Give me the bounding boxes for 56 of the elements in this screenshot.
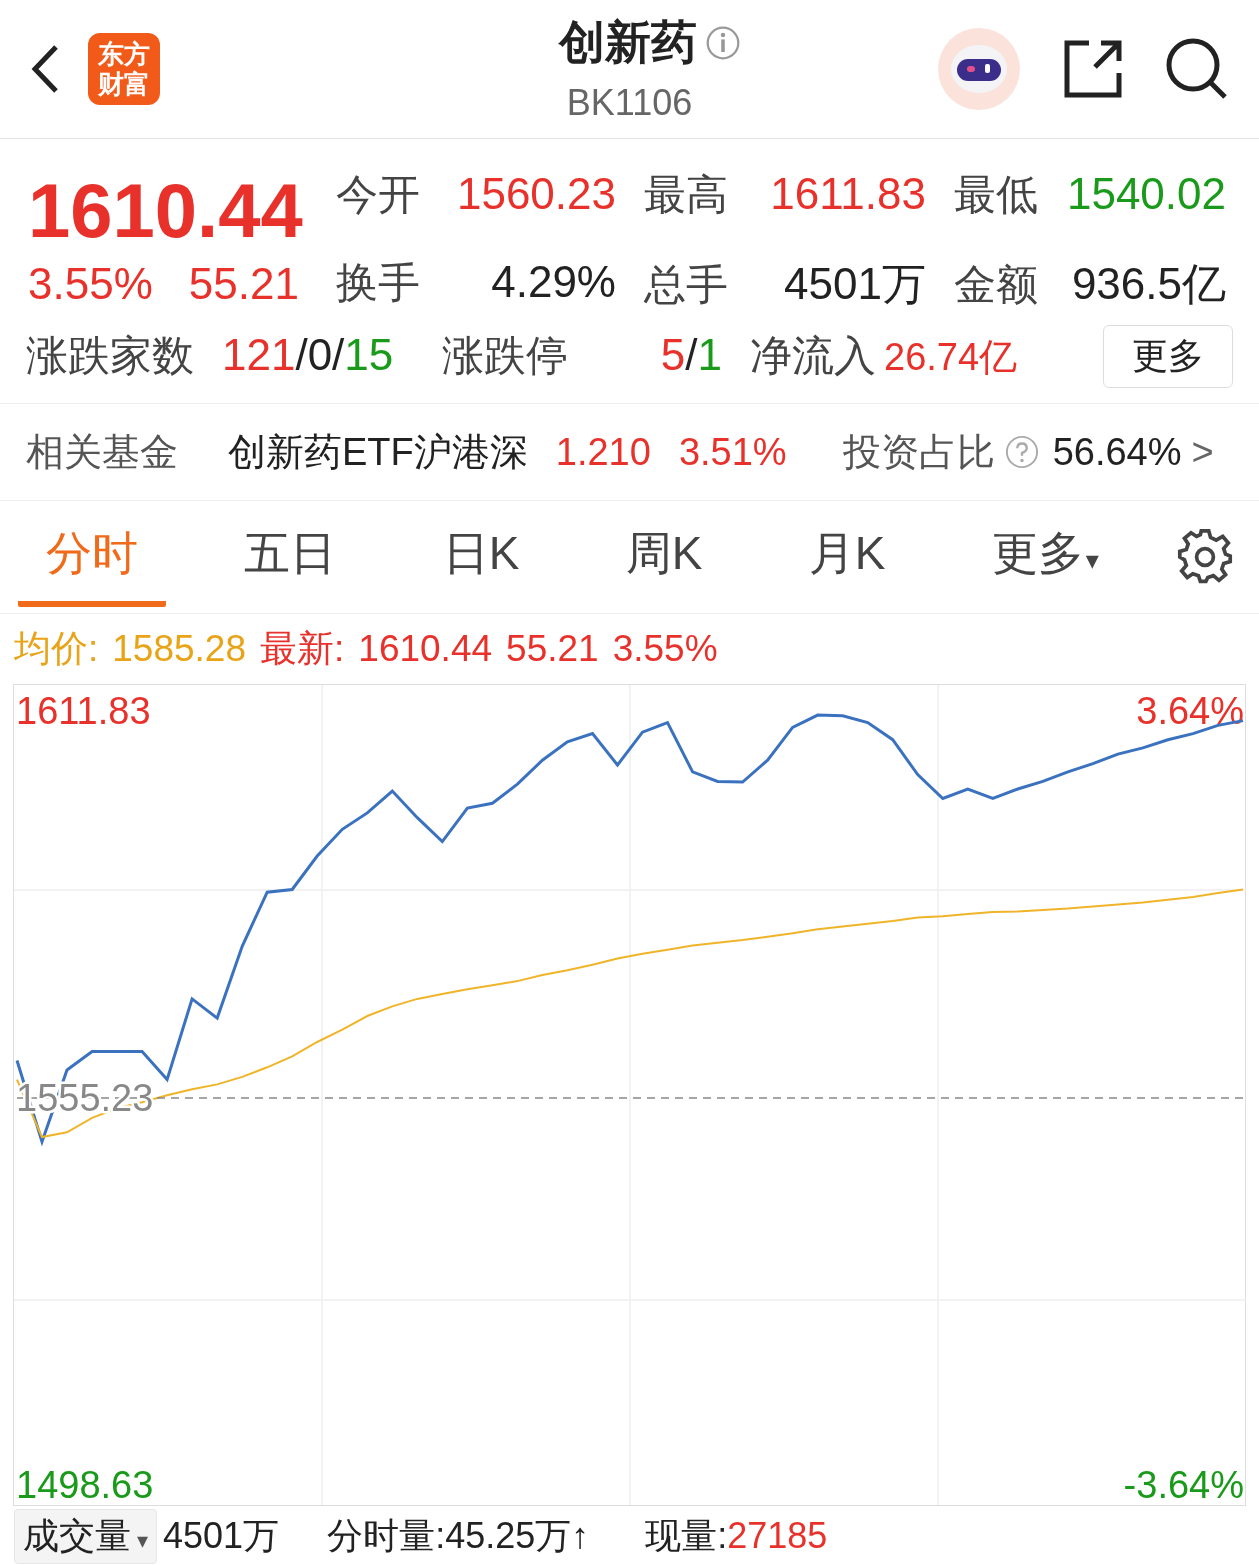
stat-label: 换手 bbox=[336, 257, 420, 308]
stat-value: 1611.83 bbox=[770, 169, 926, 219]
legend-text: 最新: bbox=[260, 627, 345, 671]
stat-label: 最高 bbox=[644, 170, 728, 220]
chart-tab[interactable]: 更多▾ bbox=[963, 507, 1127, 607]
stat-label: 涨跌停 bbox=[442, 331, 568, 381]
stat-value: 936.5亿 bbox=[1071, 257, 1226, 310]
legend-text: 均价: bbox=[14, 627, 99, 671]
axis-label: 1611.83 bbox=[16, 689, 151, 732]
axis-label: 1498.63 bbox=[16, 1463, 154, 1505]
ratio-label: 投资占比 bbox=[842, 429, 995, 475]
fund-label: 相关基金 bbox=[26, 429, 178, 475]
volume-total: 4501万 bbox=[163, 1513, 280, 1558]
stat-value: 1560.23 bbox=[456, 169, 616, 219]
app-logo: 东方 财富 bbox=[88, 33, 160, 105]
legend-text: 3.55% bbox=[612, 628, 718, 670]
legend-text: 1610.44 bbox=[358, 628, 493, 670]
fund-change: 3.51% bbox=[678, 430, 787, 474]
stat-value: 5/1 bbox=[660, 330, 722, 380]
stat-value: 4501万 bbox=[784, 257, 926, 310]
last-price: 1610.44 bbox=[28, 167, 304, 255]
fund-price: 1.210 bbox=[555, 430, 651, 474]
current-volume: 现量:27185 bbox=[645, 1513, 828, 1558]
chart-tab[interactable]: 五日 bbox=[216, 507, 365, 607]
settings-icon[interactable] bbox=[1177, 529, 1233, 585]
sector-title: 创新药 bbox=[558, 15, 697, 70]
back-icon[interactable] bbox=[30, 44, 60, 94]
change-percent: 3.55% bbox=[28, 259, 153, 309]
fund-name[interactable]: 创新药ETF沪港深 bbox=[228, 426, 528, 478]
minute-volume: 分时量:45.25万↑ bbox=[327, 1513, 590, 1558]
legend-text: 55.21 bbox=[506, 628, 599, 670]
stat-value: 4.29% bbox=[491, 256, 616, 307]
chevron-icon[interactable]: > bbox=[1191, 430, 1214, 474]
axis-label: 3.64% bbox=[1136, 689, 1244, 732]
chart-tab[interactable]: 周K bbox=[597, 507, 731, 607]
chart-tab[interactable]: 月K bbox=[780, 507, 914, 607]
sector-code: BK1106 bbox=[566, 82, 693, 124]
change-amount: 55.21 bbox=[188, 259, 299, 309]
more-button[interactable]: 更多 bbox=[1103, 324, 1233, 388]
stat-value: 121/0/15 bbox=[222, 330, 394, 380]
legend-text: 1585.28 bbox=[112, 628, 247, 670]
stat-label: 金额 bbox=[954, 259, 1038, 310]
stat-label: 净流入 bbox=[750, 331, 876, 381]
robot-avatar-icon[interactable] bbox=[937, 27, 1021, 111]
info-icon[interactable] bbox=[704, 25, 741, 61]
stat-label: 涨跌家数 bbox=[26, 331, 194, 381]
chart-tab[interactable]: 日K bbox=[414, 507, 548, 607]
ratio-value: 56.64% bbox=[1052, 430, 1182, 474]
stat-label: 总手 bbox=[644, 259, 728, 310]
stat-label: 今开 bbox=[336, 170, 420, 220]
search-icon[interactable] bbox=[1165, 37, 1229, 101]
indicator-dropdown[interactable]: 成交量 ▾ bbox=[14, 1508, 158, 1564]
stat-label: 最低 bbox=[954, 170, 1038, 220]
stat-value: 26.74亿 bbox=[884, 335, 1018, 380]
stat-value: 1540.02 bbox=[1066, 169, 1226, 219]
axis-label: -3.64% bbox=[1123, 1463, 1244, 1505]
